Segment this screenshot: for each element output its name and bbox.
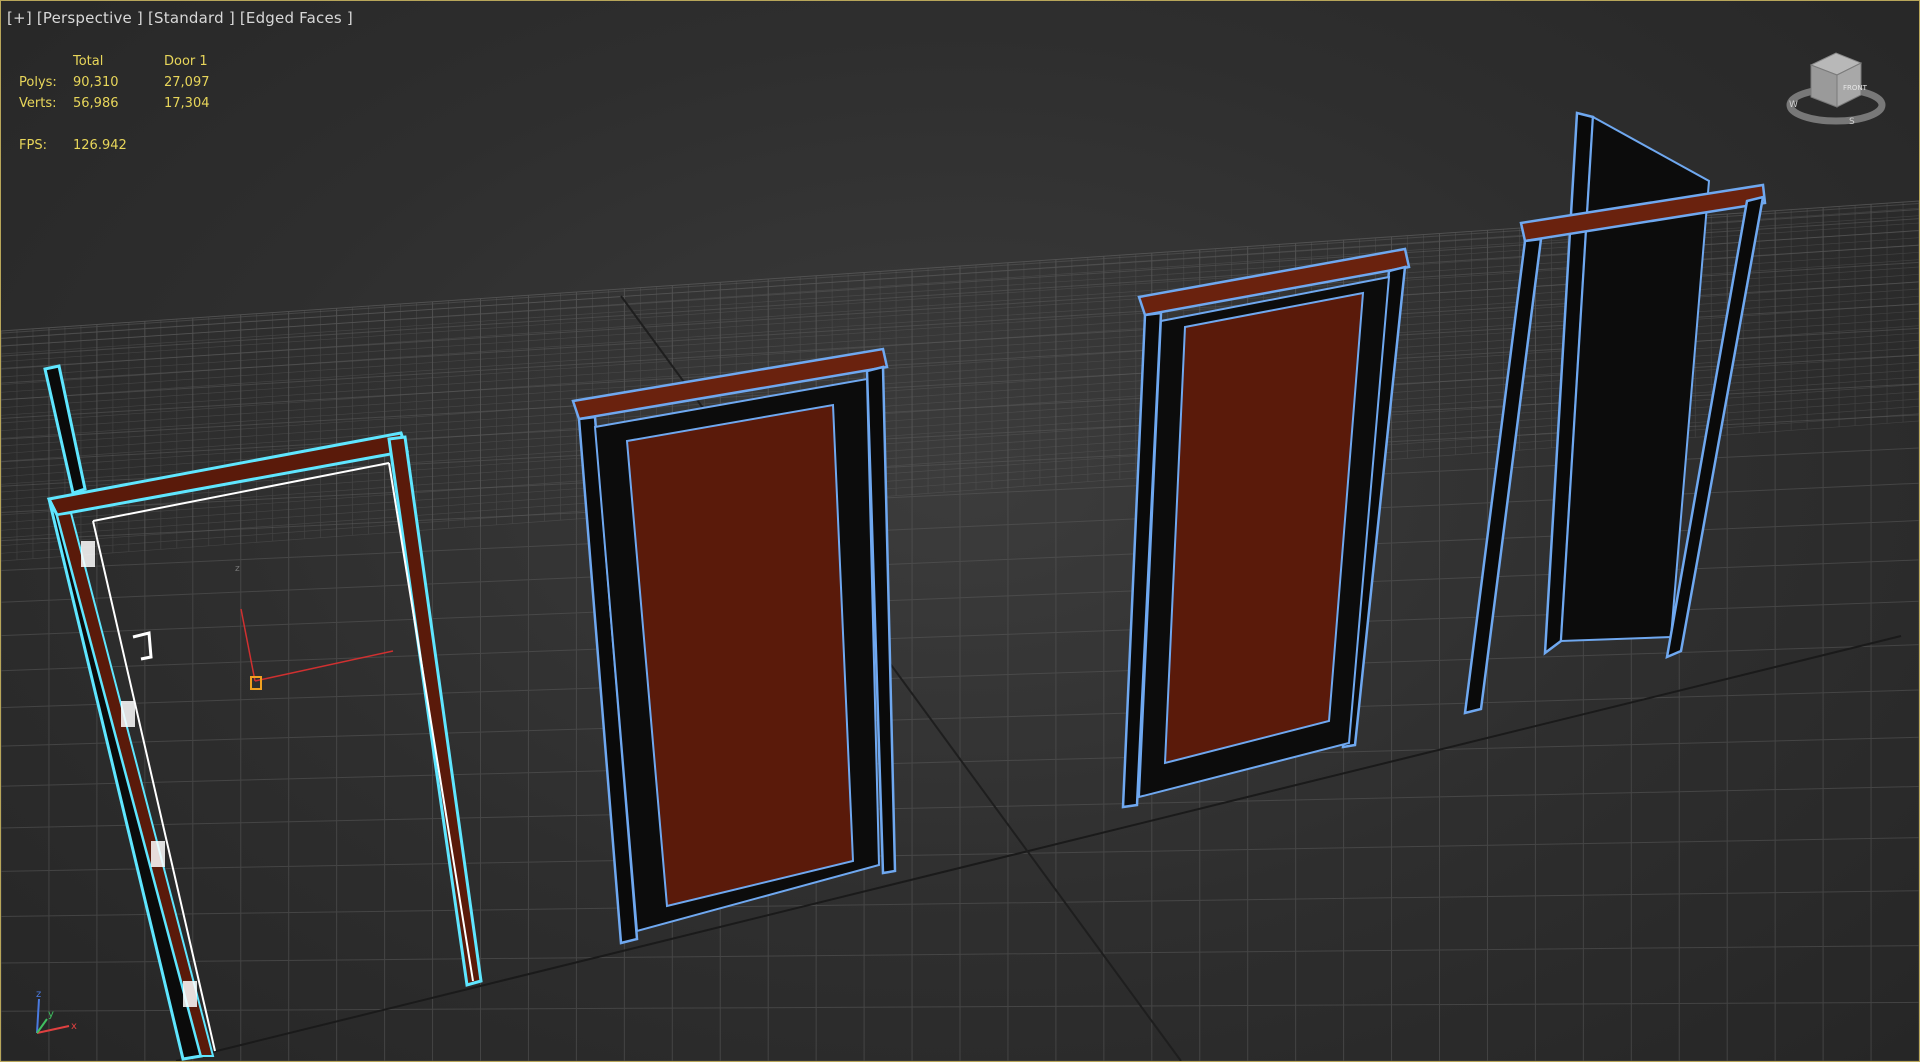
axis-z-label: z [36, 989, 41, 1000]
viewport-label: [+] [Perspective ] [Standard ] [Edged Fa… [7, 9, 353, 27]
fps-label: FPS: [19, 138, 47, 153]
pivot-gizmo-icon: z [235, 564, 394, 690]
axis-x-label: x [71, 1021, 77, 1032]
viewport-display-mode-menu[interactable]: [Edged Faces ] [240, 9, 353, 27]
door-2[interactable] [571, 347, 897, 945]
verts-label: Verts: [19, 96, 57, 111]
viewcube-front-label: FRONT [1843, 84, 1868, 92]
axis-y-label: y [48, 1009, 54, 1020]
svg-text:z: z [235, 564, 240, 574]
polys-object: 27,097 [164, 75, 210, 90]
verts-total: 56,986 [73, 96, 119, 111]
stats-col-total: Total [73, 54, 104, 69]
compass-s-label: S [1849, 117, 1855, 127]
perspective-viewport[interactable]: z [+] [Perspective ] [Standard ] [Edged … [0, 0, 1920, 1062]
fps-value: 126.942 [73, 138, 127, 153]
compass-w-label: W [1789, 100, 1798, 110]
viewport-view-menu[interactable]: [Perspective ] [37, 9, 143, 27]
viewcube-icon[interactable]: FRONT W S [1781, 45, 1891, 135]
axis-tripod-icon: x z y [36, 989, 77, 1034]
stats-col-object: Door 1 [164, 54, 208, 69]
door-3[interactable] [1121, 247, 1411, 809]
verts-object: 17,304 [164, 96, 210, 111]
viewport-shading-menu[interactable]: [Standard ] [148, 9, 235, 27]
viewport-plus-menu[interactable]: [+] [7, 9, 32, 27]
scene-canvas[interactable]: z [1, 1, 1919, 1061]
polys-label: Polys: [19, 75, 57, 90]
polys-total: 90,310 [73, 75, 119, 90]
door-4-open[interactable] [1463, 111, 1767, 715]
